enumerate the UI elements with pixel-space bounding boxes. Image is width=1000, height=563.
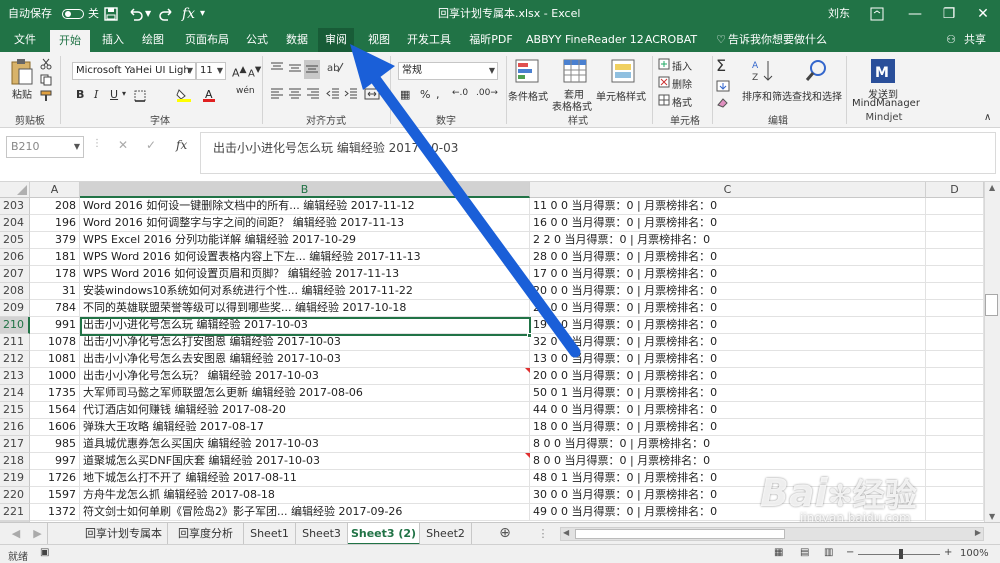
zoom-out-icon[interactable]: − xyxy=(846,547,854,558)
status-bar: 就绪 ▣ ▦ ▤ ▥ − + 100% xyxy=(0,544,1000,563)
sheet-tab[interactable]: 回享计划专属本 xyxy=(80,523,168,545)
zoom-in-icon[interactable]: + xyxy=(944,547,952,558)
horizontal-split-handle[interactable]: ⋮ xyxy=(536,523,550,545)
page-break-view-icon[interactable]: ▥ xyxy=(824,547,833,558)
zoom-level[interactable]: 100% xyxy=(960,548,989,559)
horizontal-scroll-thumb[interactable] xyxy=(575,529,785,539)
page-layout-view-icon[interactable]: ▤ xyxy=(800,547,809,558)
next-sheet-icon[interactable]: ▶ xyxy=(28,523,48,545)
sheet-tab-active[interactable]: Sheet3 (2) xyxy=(348,523,420,545)
macro-record-icon[interactable]: ▣ xyxy=(40,547,49,558)
paw-icon: ✻ xyxy=(827,479,853,514)
prev-sheet-icon[interactable]: ◀ xyxy=(6,523,26,545)
zoom-slider-thumb[interactable] xyxy=(899,549,903,559)
horizontal-scrollbar[interactable]: ◀ ▶ xyxy=(560,527,984,541)
sheet-tab[interactable]: Sheet1 xyxy=(244,523,296,545)
sheet-tab-bar: ◀ ▶ 回享计划专属本 回享度分析 Sheet1 Sheet3 Sheet3 (… xyxy=(0,522,1000,545)
watermark-brand: Bai✻经验 xyxy=(760,470,917,516)
status-ready: 就绪 xyxy=(8,552,28,563)
normal-view-icon[interactable]: ▦ xyxy=(774,547,783,558)
add-sheet-icon[interactable]: ⊕ xyxy=(494,523,516,545)
sheet-tab[interactable]: 回享度分析 xyxy=(168,523,244,545)
watermark-brand-cn: 经验 xyxy=(852,476,917,514)
scroll-right-icon[interactable]: ▶ xyxy=(975,528,981,537)
scroll-left-icon[interactable]: ◀ xyxy=(563,528,569,537)
sheet-tab[interactable]: Sheet3 xyxy=(296,523,348,545)
watermark-brand-text: Bai xyxy=(760,471,828,515)
sheet-tab[interactable]: Sheet2 xyxy=(420,523,472,545)
